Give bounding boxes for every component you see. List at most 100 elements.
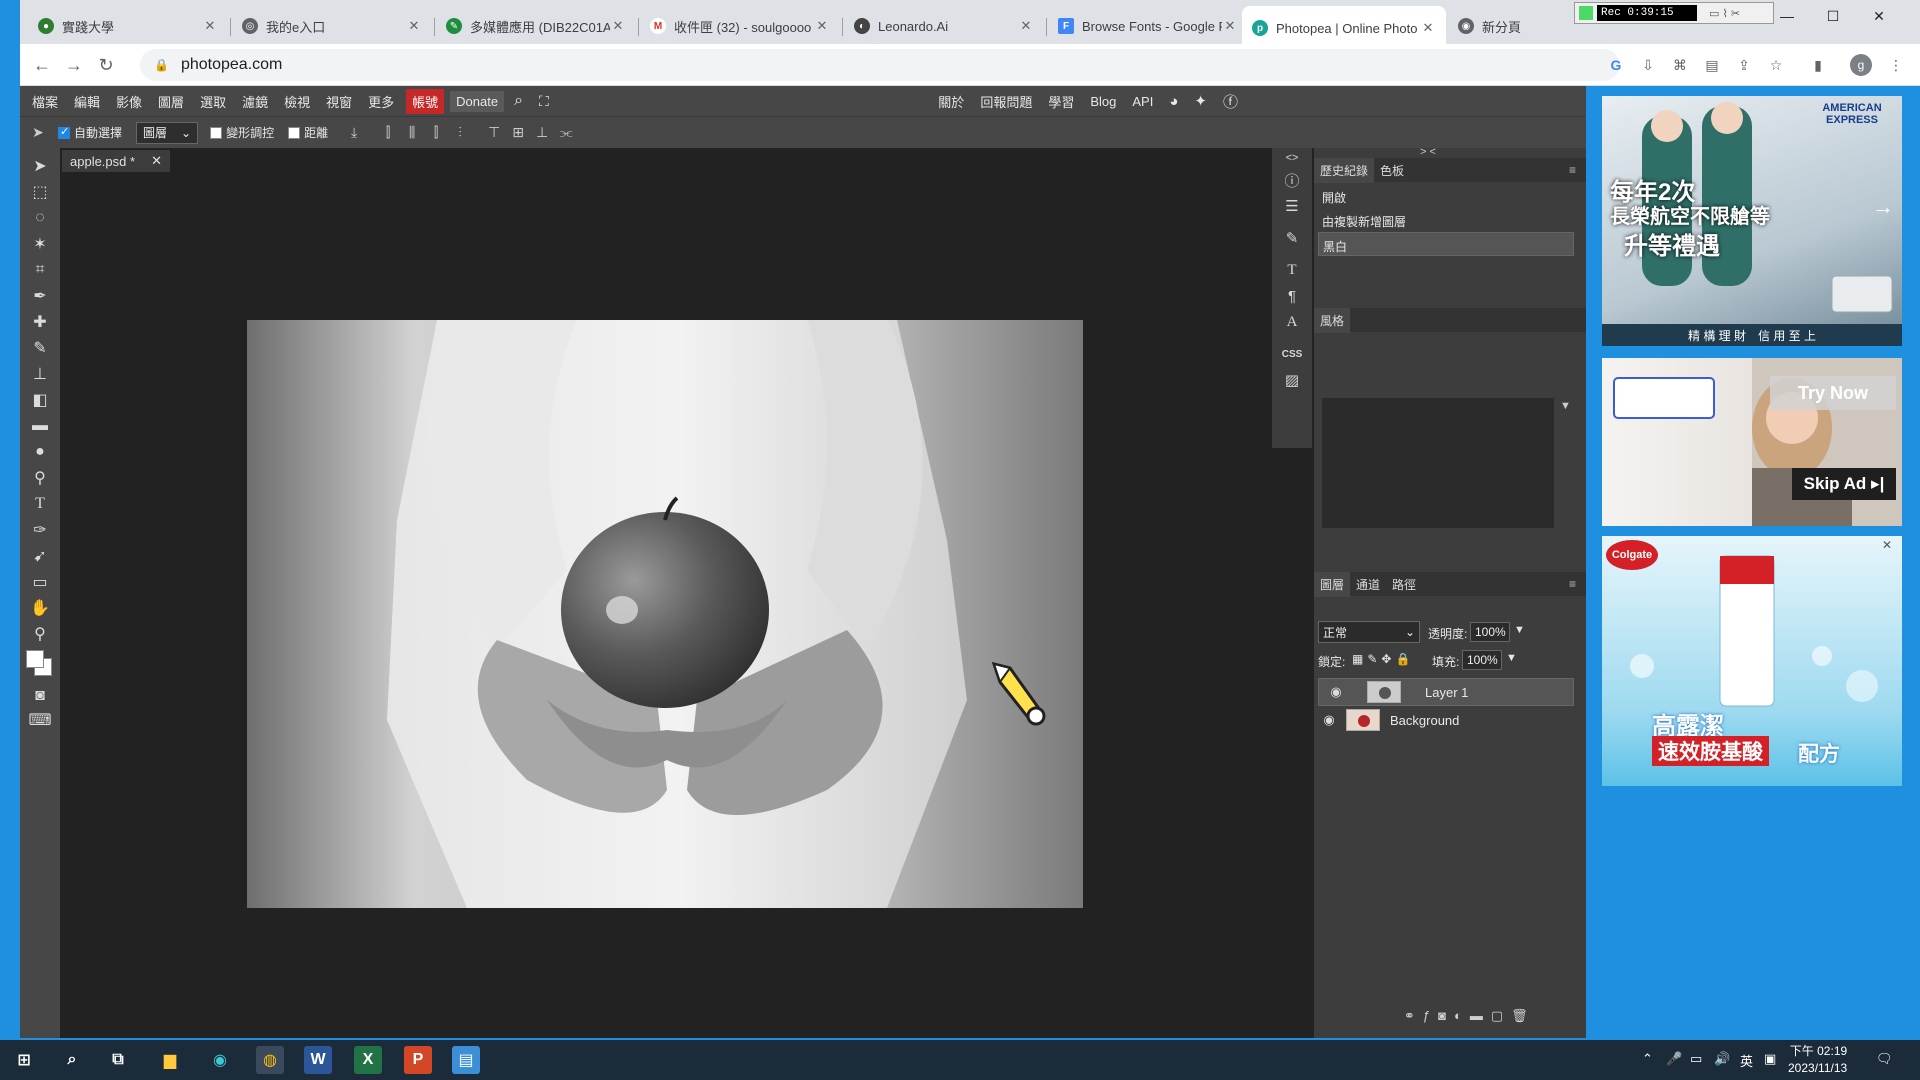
menu-window[interactable]: 視窗 xyxy=(318,92,360,111)
visibility-eye-icon[interactable]: ◉ xyxy=(1318,712,1340,728)
menu-filter[interactable]: 濾鏡 xyxy=(234,92,276,111)
layer-select[interactable]: 圖層 ⌄ xyxy=(136,121,199,144)
type-tool-icon[interactable]: T xyxy=(28,492,52,516)
reload-icon[interactable]: ↻ xyxy=(92,51,120,79)
close-icon[interactable]: ✕ xyxy=(151,153,162,169)
move-tool-icon[interactable]: ➤ xyxy=(26,124,50,141)
new-layer-icon[interactable]: ▢ xyxy=(1491,1008,1503,1024)
edge-icon[interactable]: ◉ xyxy=(206,1046,234,1074)
close-icon[interactable]: ✕ xyxy=(1420,20,1436,36)
donate-button[interactable]: Donate xyxy=(450,90,505,112)
panel-menu-icon[interactable]: ≡ xyxy=(1569,577,1576,591)
file-explorer-icon[interactable]: ▆ xyxy=(156,1046,184,1074)
close-icon[interactable]: ✕ xyxy=(1222,18,1238,34)
menu-edit[interactable]: 編輯 xyxy=(66,92,108,111)
close-ad-icon[interactable]: ✕ xyxy=(1882,538,1892,552)
browser-tab-1[interactable]: ◎ 我的e入口 ✕ xyxy=(232,8,432,44)
link-layers-icon[interactable]: ⚭ xyxy=(1404,1008,1415,1024)
screen-recorder[interactable]: Rec 0:39:15 ▭ ⌇ ✂ xyxy=(1574,2,1774,24)
menu-about[interactable]: 關於 xyxy=(930,92,972,111)
align-left-icon[interactable]: ⫿ xyxy=(376,124,400,141)
microphone-icon[interactable]: 🎤 xyxy=(1666,1051,1682,1067)
ad-banner-amex[interactable]: AMERICAN EXPRESS 每年2次 長榮航空不限艙等 升等禮遇 精 構 … xyxy=(1602,96,1902,346)
ad-banner-colgate[interactable]: Colgate ✕ 高露潔 速效胺基酸 配方 xyxy=(1602,536,1902,786)
menu-view[interactable]: 檢視 xyxy=(276,92,318,111)
lasso-tool-icon[interactable]: ◌ xyxy=(28,206,52,230)
volume-icon[interactable]: 🔊 xyxy=(1714,1051,1730,1067)
menu-more[interactable]: 更多 xyxy=(360,92,402,111)
eyedropper-icon[interactable]: ✒ xyxy=(28,284,52,308)
visibility-eye-icon[interactable]: ◉ xyxy=(1325,684,1347,700)
align-right-icon[interactable]: ⫿ xyxy=(424,124,448,141)
layer-effects-icon[interactable]: ƒ xyxy=(1423,1008,1430,1024)
crop-tool-icon[interactable]: ⌗ xyxy=(28,258,52,282)
twitter-icon[interactable]: ✦ xyxy=(1186,92,1215,110)
powerpoint-icon[interactable]: P xyxy=(404,1046,432,1074)
maximize-icon[interactable]: ☐ xyxy=(1810,0,1856,32)
download-icon[interactable]: ⤓ xyxy=(342,124,366,141)
layer-mask-icon[interactable]: ◙ xyxy=(1438,1008,1446,1024)
marquee-tool-icon[interactable]: ⬚ xyxy=(28,180,52,204)
align-center-icon[interactable]: ⫼ xyxy=(400,124,424,141)
browser-tab-2[interactable]: ✎ 多媒體應用 (DIB22C01A) ✕ xyxy=(436,8,636,44)
excel-icon[interactable]: X xyxy=(354,1046,382,1074)
skip-ad-button[interactable]: Skip Ad ▸| xyxy=(1792,468,1896,500)
clone-stamp-icon[interactable]: ⊥ xyxy=(28,362,52,386)
browser-tab-5[interactable]: F Browse Fonts - Google F ✕ xyxy=(1048,8,1248,44)
system-clock[interactable]: 下午 02:19 2023/11/13 xyxy=(1788,1043,1847,1077)
path-select-icon[interactable]: ➹ xyxy=(28,544,52,568)
close-icon[interactable]: ✕ xyxy=(406,18,422,34)
browser-tab-4[interactable]: ◐ Leonardo.Ai ✕ xyxy=(844,8,1044,44)
address-bar[interactable]: 🔒 photopea.com xyxy=(140,49,1620,81)
history-item[interactable]: 由複製新增圖層 xyxy=(1318,208,1574,232)
menu-api[interactable]: API xyxy=(1124,94,1161,109)
tab-layers[interactable]: 圖層 xyxy=(1314,571,1351,597)
dodge-tool-icon[interactable]: ⚲ xyxy=(28,466,52,490)
info-icon[interactable]: ⓘ xyxy=(1280,168,1304,192)
try-now-button[interactable]: Try Now xyxy=(1770,376,1896,410)
profile-avatar[interactable]: g xyxy=(1850,54,1872,76)
auto-select-checkbox[interactable] xyxy=(58,125,70,139)
glyphs-icon[interactable]: A xyxy=(1280,310,1304,334)
align-bottom-icon[interactable]: ⊥ xyxy=(530,124,554,141)
fill-input[interactable]: 100% xyxy=(1462,650,1502,670)
chrome-icon[interactable]: ◍ xyxy=(256,1046,284,1074)
image-icon[interactable]: ▨ xyxy=(1280,368,1304,392)
keyboard-icon[interactable]: ⌨ xyxy=(28,708,52,732)
input-method-icon[interactable]: ▣ xyxy=(1764,1051,1776,1067)
arrow-right-icon[interactable]: → xyxy=(1872,194,1894,220)
tab-channels[interactable]: 通道 xyxy=(1350,572,1386,597)
fullscreen-icon[interactable]: ⛶ xyxy=(531,93,557,110)
ad-banner-video[interactable]: Try Now Skip Ad ▸| xyxy=(1602,358,1902,526)
css-icon[interactable]: CSS xyxy=(1280,342,1304,366)
zoom-tool-icon[interactable]: ⚲ xyxy=(28,622,52,646)
reddit-icon[interactable]: ◕ xyxy=(1161,93,1186,110)
google-icon[interactable]: G xyxy=(1606,55,1626,75)
side-panel-icon[interactable]: ▮ xyxy=(1808,55,1828,75)
translate-icon[interactable]: ⌘ xyxy=(1670,55,1690,75)
facebook-icon[interactable]: ⓕ xyxy=(1215,91,1246,112)
browser-tab-3[interactable]: M 收件匣 (32) - soulgoooo ✕ xyxy=(640,8,840,44)
menu-select[interactable]: 選取 xyxy=(192,92,234,111)
ime-indicator[interactable]: 英 xyxy=(1740,1051,1753,1070)
word-icon[interactable]: W xyxy=(304,1046,332,1074)
align-top-icon[interactable]: ⊤ xyxy=(482,124,506,141)
pen-tool-icon[interactable]: ✑ xyxy=(28,518,52,542)
menu-report-bug[interactable]: 回報問題 xyxy=(972,92,1040,111)
tab-history[interactable]: 歷史紀錄 xyxy=(1314,157,1375,183)
styles-list[interactable] xyxy=(1322,398,1554,528)
forward-icon[interactable]: → xyxy=(60,51,88,79)
close-icon[interactable]: ✕ xyxy=(610,18,626,34)
healing-brush-icon[interactable]: ✚ xyxy=(28,310,52,334)
blur-tool-icon[interactable]: ● xyxy=(28,440,52,464)
notification-icon[interactable]: 🗨 xyxy=(1876,1051,1893,1067)
chrome-menu-icon[interactable]: ⋮ xyxy=(1886,55,1906,75)
search-icon[interactable]: ⌕ xyxy=(506,92,531,110)
align-middle-icon[interactable]: ⊞ xyxy=(506,124,530,141)
lock-options-icon[interactable]: ▦✎✥🔒 xyxy=(1352,652,1414,666)
recorder-controls-icon[interactable]: ▭ ⌇ ✂ xyxy=(1709,7,1740,20)
panel-menu-icon[interactable]: ≡ xyxy=(1569,163,1576,177)
back-icon[interactable]: ← xyxy=(28,51,56,79)
install-app-icon[interactable]: ⇩ xyxy=(1638,55,1658,75)
minimize-icon[interactable]: — xyxy=(1764,0,1810,32)
